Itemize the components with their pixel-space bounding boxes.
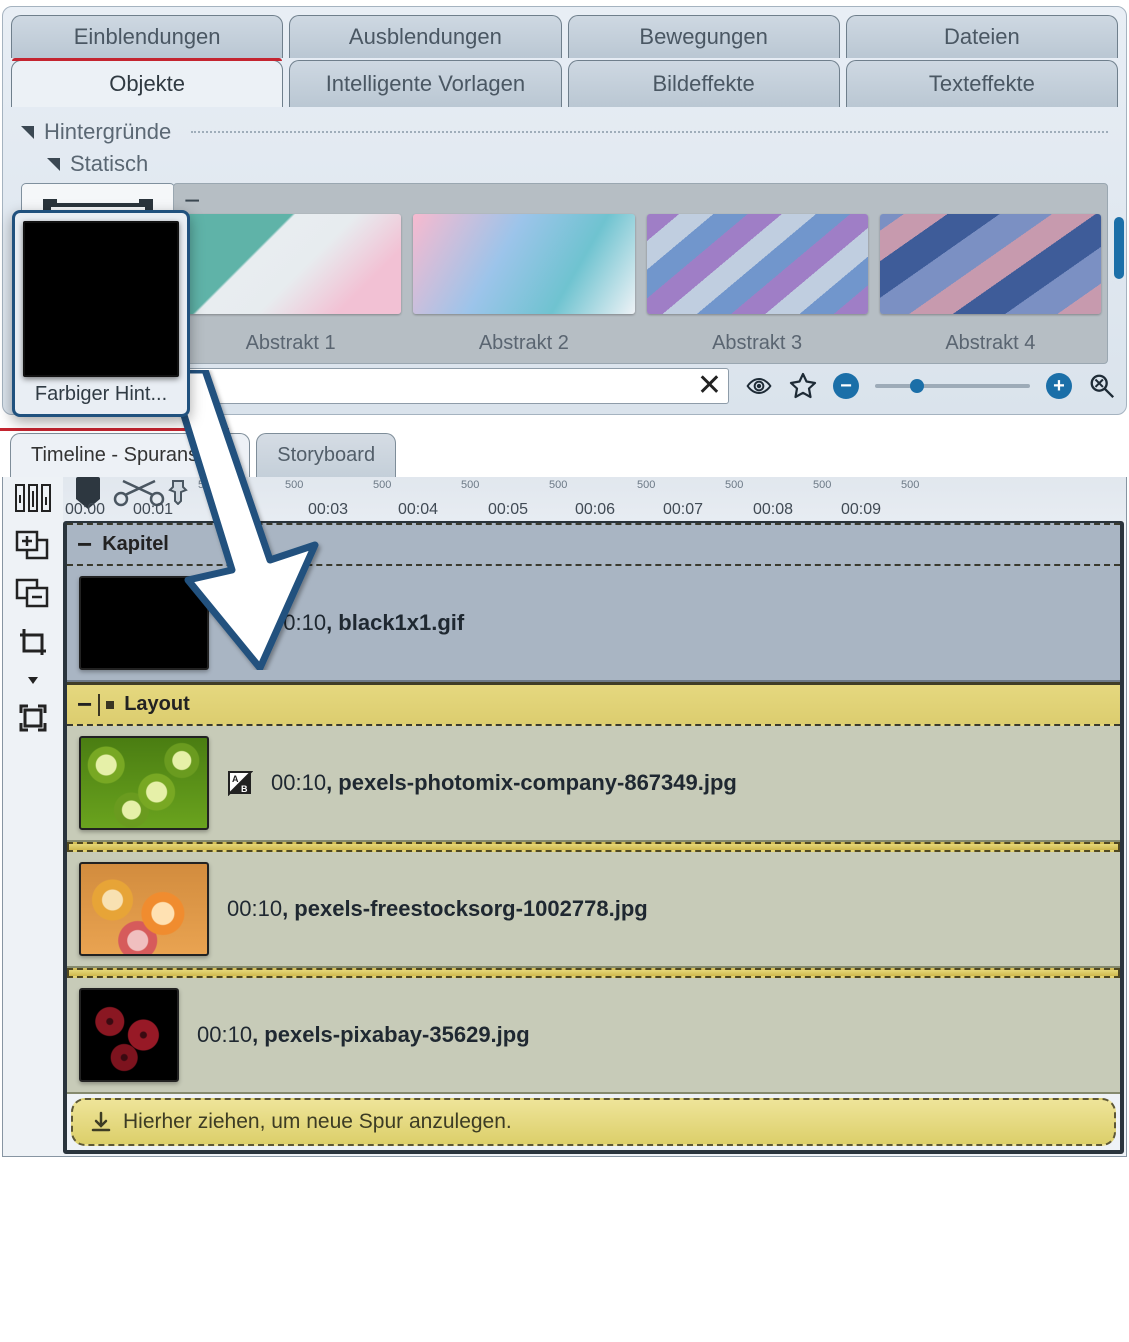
ruler-label: 00:09 (841, 501, 881, 519)
ruler-label: 00:00 (65, 501, 105, 519)
dot-icon (106, 701, 114, 709)
scrollbar-thumb[interactable] (1114, 217, 1124, 279)
zoom-out-button[interactable]: − (833, 373, 859, 399)
collapse-triangle-icon (21, 126, 34, 139)
playhead-line (87, 477, 89, 1156)
clip-thumbnail (79, 862, 209, 956)
ab-badge-icon: A B (227, 770, 253, 796)
clip-duration: 00:10 (197, 1022, 252, 1047)
remove-back-icon[interactable] (11, 577, 55, 611)
thumb-abstrakt-4[interactable]: Abstrakt 4 (880, 214, 1101, 355)
top-tab-row-2: Objekte Intelligente Vorlagen Bildeffekt… (3, 58, 1126, 107)
clip-filename: black1x1.gif (338, 610, 464, 635)
clip-filename: pexels-photomix-company-867349.jpg (338, 770, 737, 795)
thumb-abstrakt-1[interactable]: Abstrakt 1 (180, 214, 401, 355)
clip-filename: pexels-freestocksorg-1002778.jpg (294, 896, 647, 921)
clip-filename: pexels-pixabay-35629.jpg (264, 1022, 529, 1047)
svg-text:B: B (241, 784, 248, 794)
more-triangle-icon[interactable] (11, 673, 55, 687)
magnifier-reset-icon[interactable] (1088, 371, 1116, 401)
section-title: Hintergründe (44, 119, 171, 145)
ruler-mini: 500 (813, 479, 831, 491)
dragged-thumbnail-preview (23, 221, 179, 377)
thumb-caption: Abstrakt 2 (413, 332, 634, 355)
thumb-caption: Abstrakt 4 (880, 332, 1101, 355)
top-tab-row-1: Einblendungen Ausblendungen Bewegungen D… (3, 7, 1126, 58)
clip-label: 00:10, pexels-pixabay-35629.jpg (197, 1022, 530, 1048)
star-icon[interactable] (789, 372, 817, 400)
subsection-title: Statisch (70, 151, 148, 177)
tab-bewegungen[interactable]: Bewegungen (568, 15, 840, 58)
crop-icon[interactable] (11, 625, 55, 659)
drop-hint-text: Hierher ziehen, um neue Spur anzulegen. (123, 1110, 512, 1134)
clip-label: 00:10, pexels-photomix-company-867349.jp… (271, 770, 737, 796)
collapse-minus-icon[interactable]: − (77, 689, 92, 720)
clear-search-icon[interactable]: ✕ (691, 371, 728, 401)
section-divider (191, 131, 1108, 133)
tab-ausblendungen[interactable]: Ausblendungen (289, 15, 561, 58)
thumb-caption: Abstrakt 3 (647, 332, 868, 355)
ruler-mini: 500 (461, 479, 479, 491)
collapse-minus-icon[interactable]: − (77, 529, 92, 560)
vertical-scrollbar[interactable] (1112, 217, 1124, 314)
tab-bildeffekte[interactable]: Bildeffekte (568, 60, 840, 107)
svg-text:A: A (232, 774, 239, 784)
clip-citrus[interactable]: 00:10, pexels-freestocksorg-1002778.jpg (67, 852, 1120, 968)
ruler-mini: 500 (901, 479, 919, 491)
thumb-preview (647, 214, 868, 314)
thumb-caption: Abstrakt 1 (180, 332, 401, 355)
dragged-thumbnail-caption: Farbiger Hint... (15, 381, 187, 414)
section-hintergruende[interactable]: Hintergründe (21, 113, 1108, 151)
abstract-group: − Abstrakt 1 Abstrakt 2 Abstrakt 3 Abstr… (173, 183, 1108, 364)
ruler-label: 00:05 (488, 501, 528, 519)
add-front-icon[interactable] (11, 529, 55, 563)
ruler-mini: 500 (549, 479, 567, 491)
download-arrow-icon (89, 1110, 113, 1134)
subsection-statisch[interactable]: Statisch (21, 151, 1108, 177)
zoom-slider[interactable] (875, 384, 1030, 388)
timeline-tool-column (3, 477, 63, 1156)
divider (98, 694, 100, 716)
tab-dateien[interactable]: Dateien (846, 15, 1118, 58)
ruler-label: 00:06 (575, 501, 615, 519)
clip-duration: 00:10 (227, 896, 282, 921)
tab-objekte[interactable]: Objekte (11, 60, 283, 107)
clip-thumbnail (79, 736, 209, 830)
thumb-abstrakt-3[interactable]: Abstrakt 3 (647, 214, 868, 355)
eye-icon[interactable] (745, 374, 773, 398)
clip-cherry[interactable]: 00:10, pexels-pixabay-35629.jpg (67, 978, 1120, 1094)
thumb-preview (180, 214, 401, 314)
collapse-triangle-icon (47, 158, 60, 171)
ruler-mini: 500 (725, 479, 743, 491)
slider-knob[interactable] (910, 379, 924, 393)
clip-duration: 00:10 (271, 770, 326, 795)
ruler-label: 00:08 (753, 501, 793, 519)
tab-texteffekte[interactable]: Texteffekte (846, 60, 1118, 107)
tab-einblendungen[interactable]: Einblendungen (11, 15, 283, 58)
ruler-label: 00:04 (398, 501, 438, 519)
arrange-tracks-icon[interactable] (11, 481, 55, 515)
ruler-mini: 500 (373, 479, 391, 491)
clip-kiwi[interactable]: A B 00:10, pexels-photomix-company-86734… (67, 726, 1120, 842)
fit-frame-icon[interactable] (11, 701, 55, 735)
layout-track-header[interactable]: − Layout (67, 682, 1120, 726)
tab-intelligente-vorlagen[interactable]: Intelligente Vorlagen (289, 60, 561, 107)
thumb-preview (880, 214, 1101, 314)
ruler-mini: 500 (637, 479, 655, 491)
thumb-preview (413, 214, 634, 314)
zoom-in-button[interactable]: + (1046, 373, 1072, 399)
ruler-label: 00:07 (663, 501, 703, 519)
clip-label: 00:10, pexels-freestocksorg-1002778.jpg (227, 896, 648, 922)
track-separator (67, 968, 1120, 978)
layout-label: Layout (124, 693, 190, 716)
thumb-abstrakt-2[interactable]: Abstrakt 2 (413, 214, 634, 355)
clip-thumbnail (79, 988, 179, 1082)
new-track-drop-zone[interactable]: Hierher ziehen, um neue Spur anzulegen. (71, 1098, 1116, 1146)
track-separator (67, 842, 1120, 852)
dragged-thumbnail[interactable]: Farbiger Hint... (12, 210, 190, 417)
